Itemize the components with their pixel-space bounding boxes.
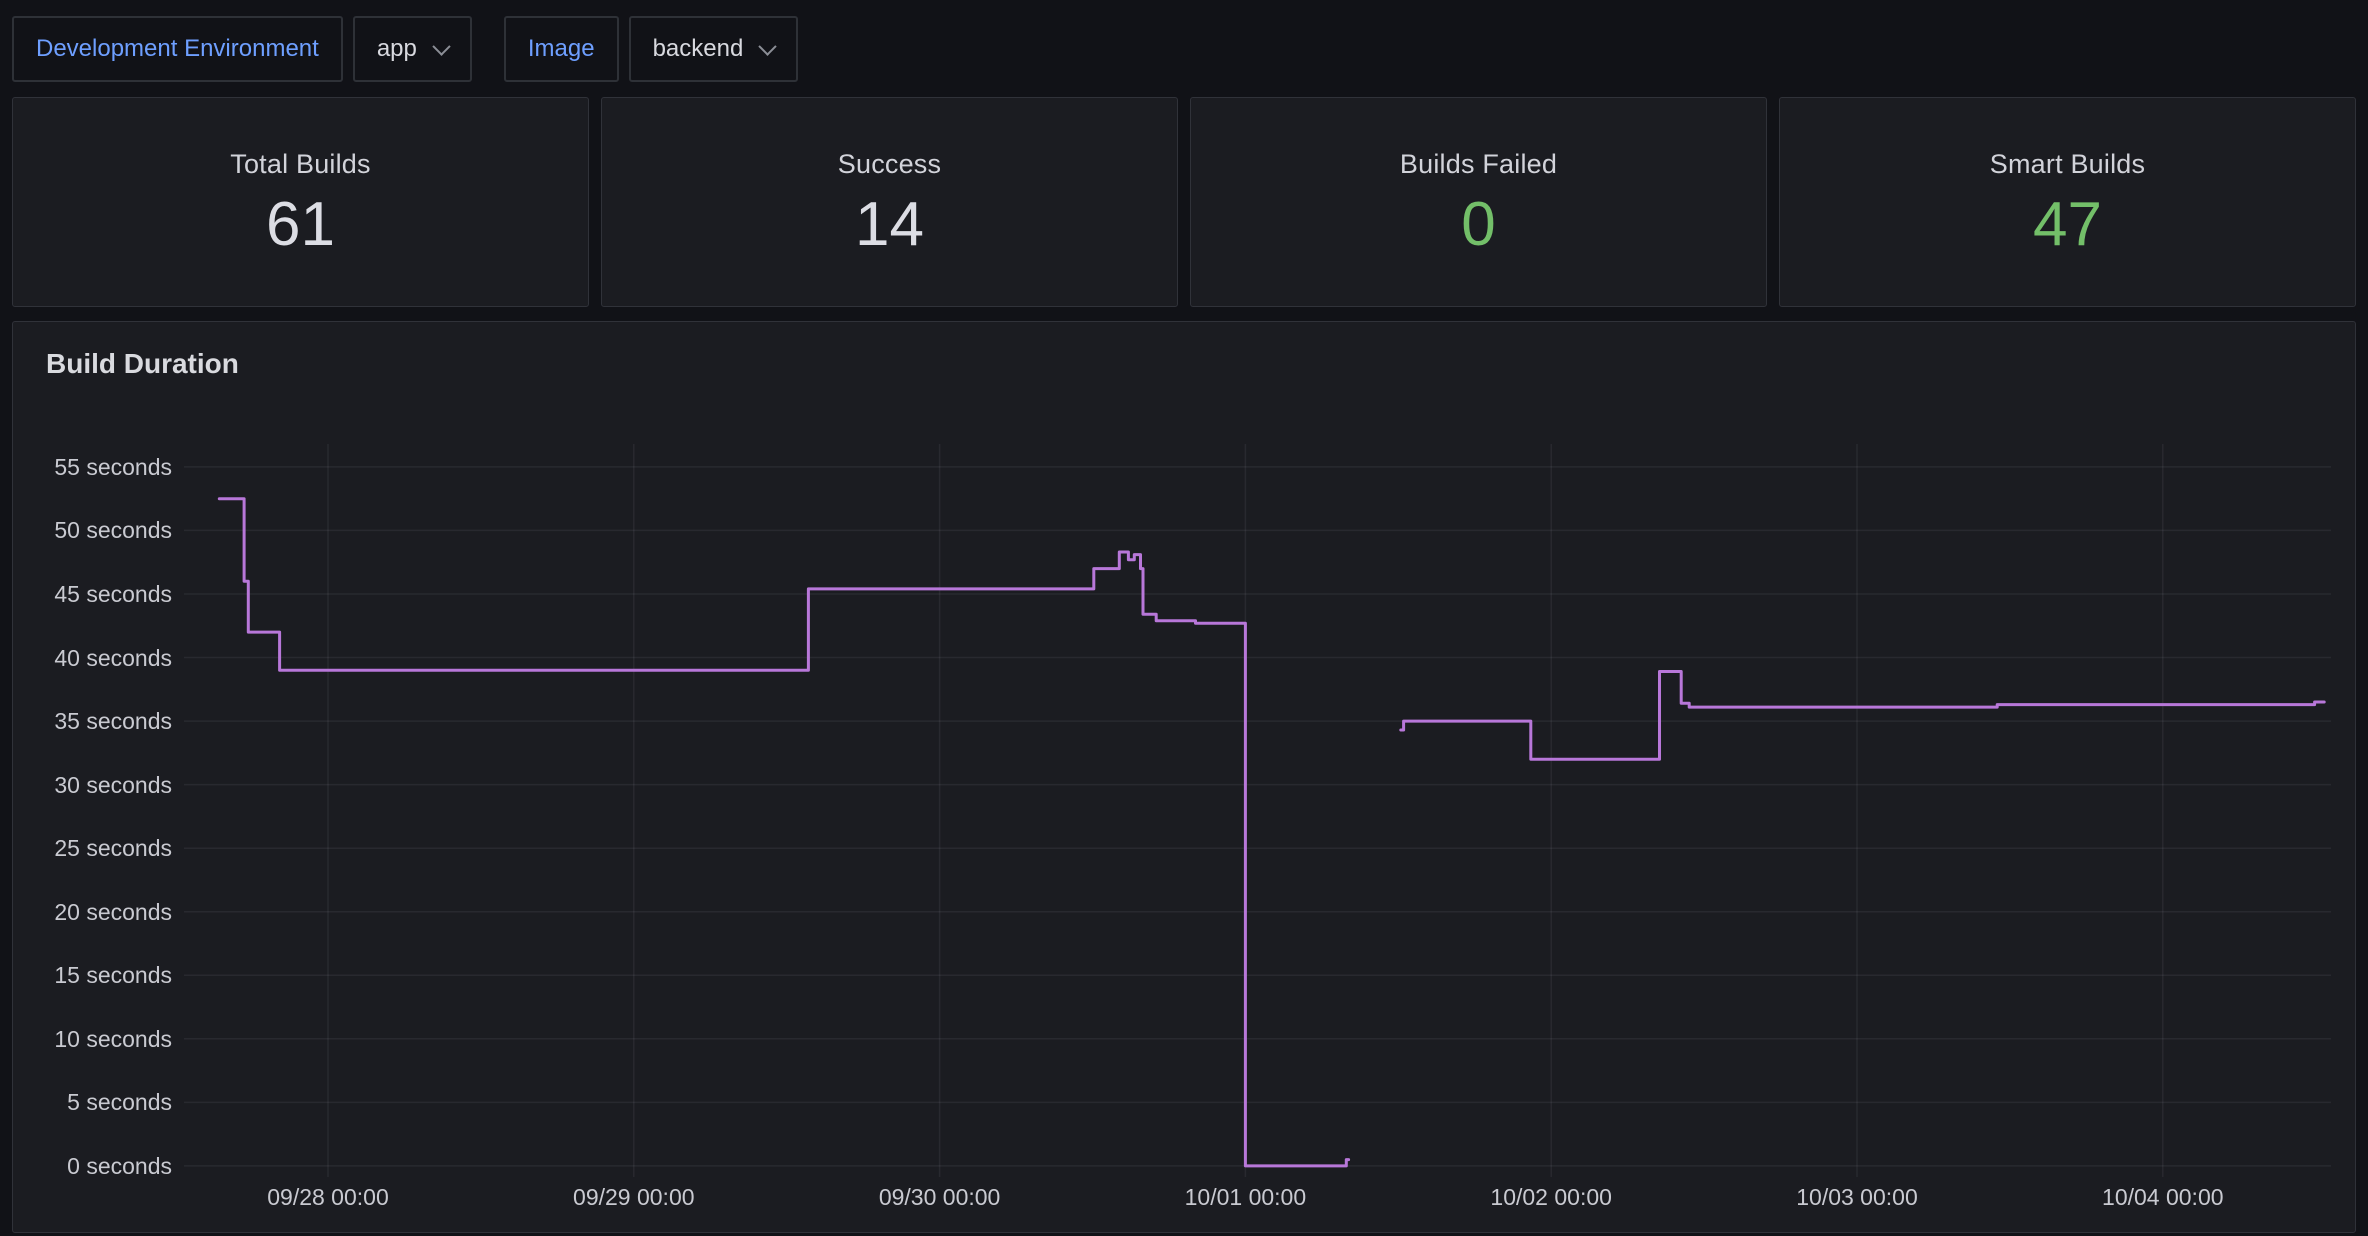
stat-value: 0 [1461, 194, 1495, 256]
panel-title[interactable]: Build Duration [46, 348, 239, 380]
stat-panel-builds-failed: Builds Failed 0 [1190, 97, 1767, 307]
plot-area[interactable] [184, 444, 2331, 1177]
dashboard: Development Environment app Image backen… [0, 0, 2368, 1236]
x-tick-label: 10/01 00:00 [1125, 1184, 1365, 1210]
stat-value: 47 [2033, 194, 2102, 256]
build-duration-chart [184, 444, 2331, 1177]
y-tick-label: 45 seconds [13, 581, 172, 607]
stat-title: Total Builds [230, 149, 370, 180]
stat-title: Builds Failed [1400, 149, 1557, 180]
y-tick-label: 5 seconds [13, 1089, 172, 1115]
stat-title: Smart Builds [1990, 149, 2145, 180]
y-tick-label: 10 seconds [13, 1026, 172, 1052]
stat-panel-success: Success 14 [601, 97, 1178, 307]
build-duration-panel: Build Duration 0 seconds 5 seconds 10 seco… [12, 321, 2356, 1233]
variable-label-development-environment: Development Environment [12, 16, 343, 82]
chevron-down-icon [432, 37, 450, 55]
variable-label-image: Image [504, 16, 619, 82]
variable-value-text: app [377, 35, 417, 63]
x-tick-label: 10/03 00:00 [1737, 1184, 1977, 1210]
x-tick-label: 09/30 00:00 [820, 1184, 1060, 1210]
variable-value-app-dropdown[interactable]: app [353, 16, 472, 82]
variable-toolbar: Development Environment app Image backen… [12, 16, 2356, 82]
y-tick-label: 35 seconds [13, 708, 172, 734]
stat-value: 61 [266, 194, 335, 256]
stat-panel-smart-builds: Smart Builds 47 [1779, 97, 2356, 307]
x-tick-label: 09/29 00:00 [514, 1184, 754, 1210]
variable-image: Image backend [504, 16, 798, 82]
stats-row: Total Builds 61 Success 14 Builds Failed… [12, 97, 2356, 307]
stat-value: 14 [855, 194, 924, 256]
variable-value-text: backend [653, 35, 744, 63]
y-tick-label: 25 seconds [13, 835, 172, 861]
variable-environment: Development Environment app [12, 16, 472, 82]
variable-value-backend-dropdown[interactable]: backend [629, 16, 799, 82]
y-tick-label: 50 seconds [13, 517, 172, 543]
x-tick-label: 10/02 00:00 [1431, 1184, 1671, 1210]
x-tick-label: 09/28 00:00 [208, 1184, 448, 1210]
y-tick-label: 30 seconds [13, 772, 172, 798]
stat-title: Success [838, 149, 941, 180]
y-tick-label: 20 seconds [13, 899, 172, 925]
y-tick-label: 40 seconds [13, 645, 172, 671]
x-tick-label: 10/04 00:00 [2043, 1184, 2283, 1210]
stat-panel-total-builds: Total Builds 61 [12, 97, 589, 307]
y-tick-label: 55 seconds [13, 454, 172, 480]
chevron-down-icon [759, 37, 777, 55]
y-tick-label: 0 seconds [13, 1153, 172, 1179]
y-tick-label: 15 seconds [13, 962, 172, 988]
